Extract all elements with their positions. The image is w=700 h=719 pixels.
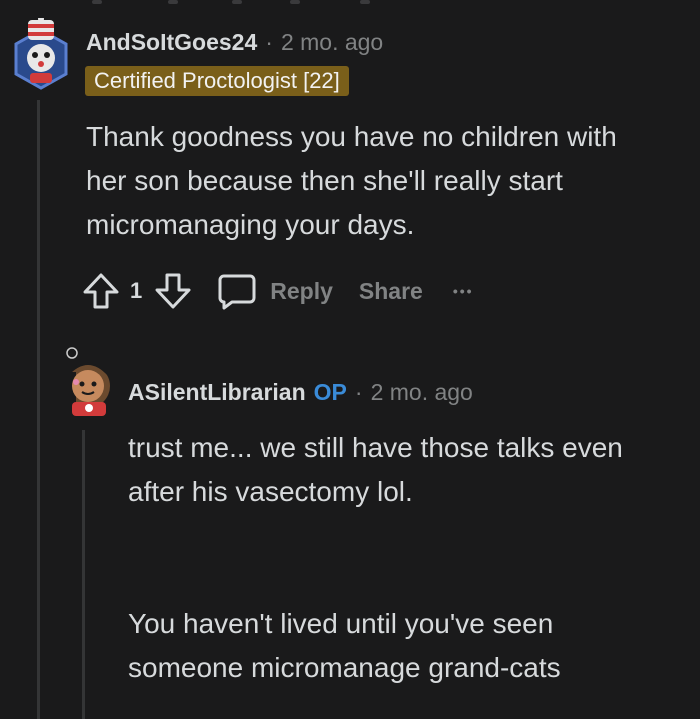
comment-line: someone micromanage grand-cats — [128, 652, 561, 683]
comment-line — [128, 558, 688, 602]
comment-line: trust me... we still have those talks ev… — [128, 432, 623, 463]
comment-body: Thank goodness you have no children with… — [86, 115, 686, 247]
timestamp[interactable]: 2 mo. ago — [281, 29, 383, 56]
comment-thread: AndSoItGoes24 · 2 mo. ago Certified Proc… — [0, 0, 700, 719]
reply-label: Reply — [270, 277, 333, 304]
thread-line-reply[interactable] — [82, 430, 85, 719]
user-avatar[interactable] — [54, 346, 116, 418]
thread-line-outer[interactable] — [37, 100, 40, 719]
vote-count: 1 — [130, 278, 143, 303]
comment-line: You haven't lived until you've seen — [128, 608, 554, 639]
comment-actions: 1 Reply Share ••• — [80, 268, 474, 314]
avatar-image — [14, 18, 68, 90]
user-avatar[interactable] — [10, 18, 72, 90]
op-badge: OP — [313, 378, 347, 405]
previous-comment-actions-fragment — [0, 0, 700, 6]
comment-line — [128, 514, 688, 558]
downvote-icon[interactable] — [152, 270, 194, 312]
comment-header: ASilentLibrarian OP · 2 mo. ago — [128, 376, 473, 408]
user-flair: Certified Proctologist [22] — [85, 66, 349, 96]
avatar-image — [66, 347, 110, 416]
comment-icon — [218, 274, 256, 310]
comment-body: trust me... we still have those talks ev… — [128, 426, 688, 690]
separator-dot: · — [265, 28, 273, 55]
comment-line: Thank goodness you have no children with — [86, 121, 617, 152]
more-icon[interactable]: ••• — [453, 283, 474, 299]
comment-header: AndSoItGoes24 · 2 mo. ago — [86, 26, 383, 58]
timestamp[interactable]: 2 mo. ago — [371, 379, 473, 406]
upvote-icon[interactable] — [80, 270, 122, 312]
comment-line: her son because then she'll really start — [86, 165, 563, 196]
username[interactable]: ASilentLibrarian — [128, 379, 306, 406]
share-button[interactable]: Share — [359, 278, 423, 305]
comment-line: after his vasectomy lol. — [128, 476, 413, 507]
reply-button[interactable]: Reply — [216, 270, 333, 312]
comment-line: micromanaging your days. — [86, 209, 415, 240]
separator-dot: · — [354, 378, 363, 405]
username[interactable]: AndSoItGoes24 — [86, 29, 257, 56]
